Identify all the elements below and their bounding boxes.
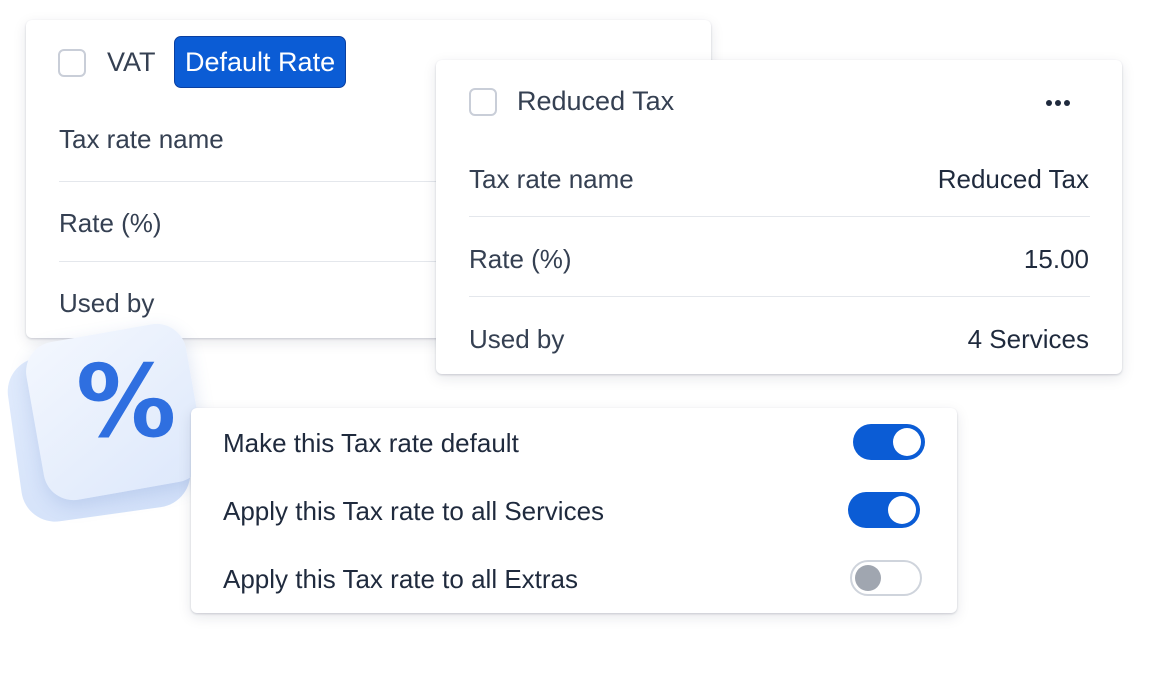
toggle-apply-extras[interactable]	[850, 560, 922, 596]
vat-row-label: Rate (%)	[59, 208, 162, 238]
vat-checkbox[interactable]	[58, 49, 86, 77]
toggle-make-default[interactable]	[853, 424, 925, 460]
more-horizontal-icon[interactable]	[1042, 100, 1074, 108]
vat-row-label: Tax rate name	[59, 124, 224, 154]
toggle-knob	[893, 428, 921, 456]
toggle-settings-card: Make this Tax rate default Apply this Ta…	[191, 408, 957, 613]
percent-icon: %	[76, 343, 177, 460]
toggle-label-make-default: Make this Tax rate default	[223, 428, 519, 458]
toggle-apply-services[interactable]	[848, 492, 920, 528]
toggle-label-apply-services: Apply this Tax rate to all Services	[223, 496, 605, 526]
toggle-knob	[855, 565, 881, 591]
reduced-row-value: Reduced Tax	[937, 164, 1089, 194]
toggle-label-apply-extras: Apply this Tax rate to all Extras	[223, 564, 579, 594]
reduced-checkbox[interactable]	[469, 88, 497, 116]
reduced-row-label: Tax rate name	[469, 164, 634, 194]
vat-title: VAT	[107, 47, 156, 77]
divider	[469, 296, 1090, 297]
reduced-title: Reduced Tax	[517, 86, 675, 116]
reduced-row-label: Rate (%)	[469, 244, 572, 274]
tax-card-reduced: Reduced Tax Tax rate name Reduced Tax Ra…	[436, 60, 1122, 374]
reduced-row-value: 15.00	[1023, 244, 1089, 274]
vat-row-label: Used by	[59, 288, 155, 318]
reduced-row-label: Used by	[469, 324, 565, 354]
toggle-knob	[888, 496, 916, 524]
reduced-row-value: 4 Services	[967, 324, 1089, 354]
default-rate-badge: Default Rate	[174, 36, 347, 88]
stage: VAT Default Rate Tax rate name Rate (%) …	[0, 0, 1150, 700]
divider	[469, 216, 1090, 217]
